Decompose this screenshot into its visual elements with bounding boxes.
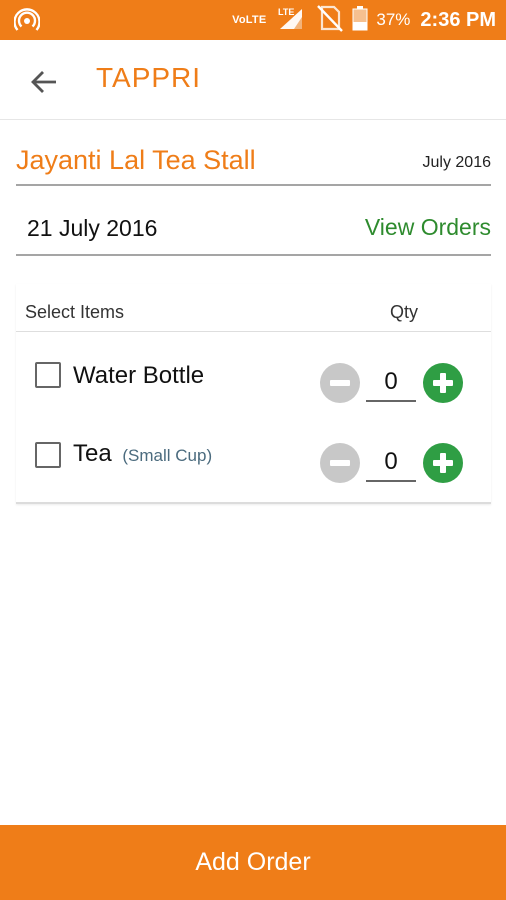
app-bar: TAPPRI <box>0 40 506 120</box>
battery-icon <box>352 5 368 36</box>
order-date[interactable]: 21 July 2016 <box>27 215 157 242</box>
lte-label: LTE <box>278 7 294 17</box>
stall-row: Jayanti Lal Tea Stall July 2016 <box>16 140 491 186</box>
app-title: TAPPRI <box>96 62 202 93</box>
signal-icon: LTE <box>276 5 306 36</box>
view-orders-link[interactable]: View Orders <box>365 214 491 241</box>
back-button[interactable] <box>26 64 62 100</box>
list-item-water-bottle: Water Bottle 0 <box>16 350 491 420</box>
status-icons: VoLTE LTE 37% 2:36 PM <box>232 0 496 40</box>
item-name: Water Bottle <box>73 362 204 390</box>
volte-label: VoLTE <box>232 14 267 26</box>
increment-button[interactable] <box>423 363 463 403</box>
items-header: Select Items Qty <box>16 284 491 332</box>
increment-button[interactable] <box>423 443 463 483</box>
clock: 2:36 PM <box>420 8 496 31</box>
item-name-label: Tea <box>73 440 112 467</box>
decrement-button[interactable] <box>320 363 360 403</box>
water-bottle-checkbox[interactable] <box>35 362 61 388</box>
select-items-header: Select Items <box>25 302 125 322</box>
quantity-field[interactable]: 0 <box>366 364 416 402</box>
stall-name: Jayanti Lal Tea Stall <box>16 145 256 175</box>
date-row: 21 July 2016 View Orders <box>16 200 491 256</box>
stall-month: July 2016 <box>422 154 492 171</box>
decrement-button[interactable] <box>320 443 360 483</box>
item-name: Tea (Small Cup) <box>73 440 212 468</box>
qty-header: Qty <box>390 302 419 322</box>
item-subtitle: (Small Cup) <box>122 446 213 465</box>
hotspot-icon <box>13 8 41 32</box>
items-card: Select Items Qty Water Bottle 0 Tea (Sma… <box>16 284 491 504</box>
list-item-tea: Tea (Small Cup) 0 <box>16 430 491 500</box>
tea-checkbox[interactable] <box>35 442 61 468</box>
item-name-label: Water Bottle <box>73 362 205 389</box>
battery-percentage: 37% <box>376 10 411 29</box>
no-sim-icon <box>314 3 344 38</box>
arrow-back-icon <box>31 71 56 93</box>
add-order-button[interactable]: Add Order <box>0 825 506 900</box>
status-bar: VoLTE LTE 37% 2:36 PM <box>0 0 506 40</box>
quantity-field[interactable]: 0 <box>366 444 416 482</box>
